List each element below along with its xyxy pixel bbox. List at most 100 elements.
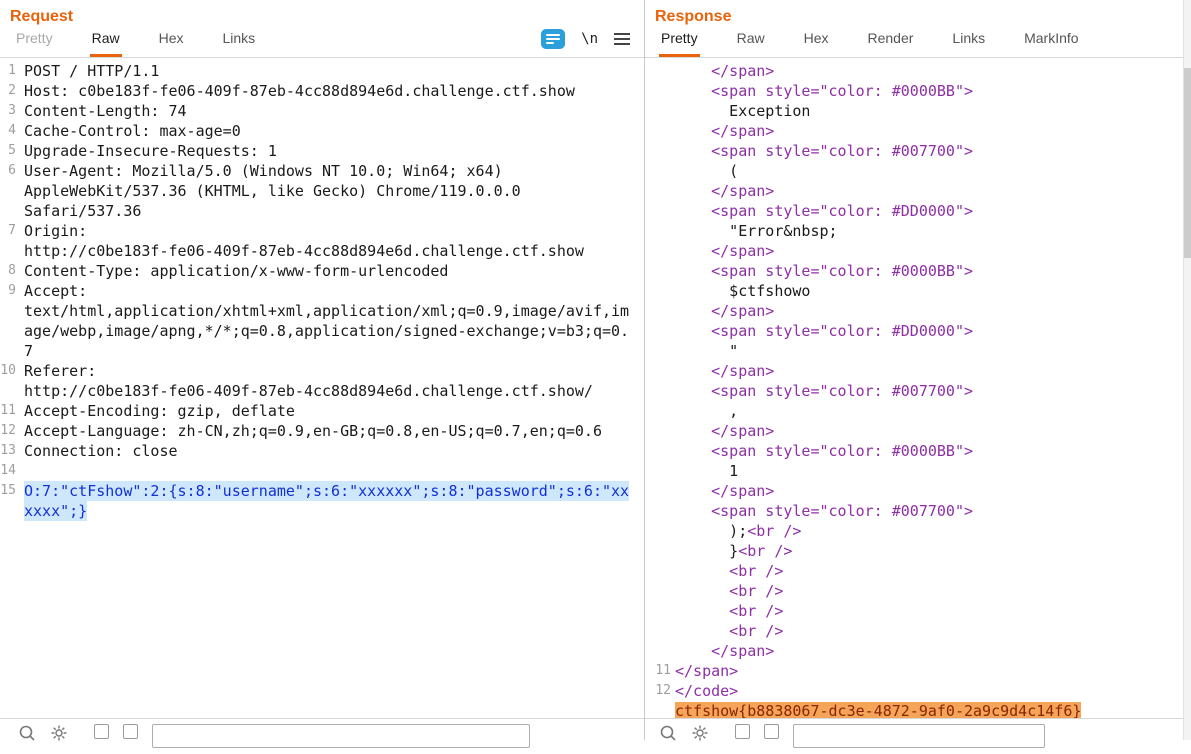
line-number [649,181,671,201]
request-toolbar: \n [541,29,630,57]
line-number [649,361,671,381]
line-number [649,301,671,321]
request-line: http://c0be183f-fe06-409f-87eb-4cc88d894… [0,241,644,261]
request-line: 10 Referer: [0,361,644,381]
tab-markinfo[interactable]: MarkInfo [1022,30,1080,57]
response-line: </span> [649,641,1191,661]
html-tag-text: <br /> [729,582,784,600]
pretty-format-icon[interactable] [541,29,566,49]
html-tag-text: <span style="color: #0000BB"> [711,442,974,460]
line-number [649,401,671,421]
html-tag-text: </span> [711,122,775,140]
code-text: ); [729,522,748,540]
request-line: 4 Cache-Control: max-age=0 [0,121,644,141]
response-line: <br /> [649,601,1191,621]
request-header-text: Accept-Encoding: gzip, deflate [24,402,295,420]
html-tag-text: <br /> [729,602,784,620]
line-number [649,461,671,481]
response-tabs-row: Pretty Raw Hex Render Links MarkInfo [645,26,1191,58]
line-number [649,601,671,621]
response-line: Exception [649,101,1191,121]
request-header-text: Host: c0be183f-fe06-409f-87eb-4cc88d894e… [24,82,575,100]
request-body-text: xxxx";} [24,501,88,521]
request-header-text: http://c0be183f-fe06-409f-87eb-4cc88d894… [24,382,593,400]
line-number [649,541,671,561]
response-line: 1 [649,461,1191,481]
html-tag-text: </span> [711,482,775,500]
response-line: $ctfshowo [649,281,1191,301]
line-number [0,241,16,261]
request-line: 14 [0,461,644,481]
search-option-checkbox[interactable] [94,724,109,739]
request-line: AppleWebKit/537.36 (KHTML, like Gecko) C… [0,181,644,201]
response-line: </span> [649,241,1191,261]
line-number [649,621,671,641]
response-line: <span style="color: #007700"> [649,141,1191,161]
response-title: Response [655,8,732,25]
line-number: 3 [8,103,16,118]
tab-pretty[interactable]: Pretty [14,30,55,57]
search-option-checkbox[interactable] [735,724,750,739]
tab-raw[interactable]: Raw [89,30,122,57]
tab-hex[interactable]: Hex [157,30,186,57]
search-option-checkbox[interactable] [123,724,138,739]
response-line: </span> [649,181,1191,201]
request-header-text: POST / HTTP/1.1 [24,62,160,80]
html-tag-text: </span> [711,242,775,260]
response-line: ctfshow{b8838067-dc3e-4872-9af0-2a9c9d4c… [649,701,1191,718]
line-number [649,521,671,541]
request-line: 1 POST / HTTP/1.1 [0,61,644,81]
line-number [649,101,671,121]
vertical-scrollbar[interactable] [1183,0,1191,740]
line-number: 13 [0,443,16,458]
search-input[interactable] [793,724,1045,748]
line-number [649,381,671,401]
line-number [649,581,671,601]
response-line: }<br /> [649,541,1191,561]
gear-icon[interactable] [50,724,68,742]
request-line: 11 Accept-Encoding: gzip, deflate [0,401,644,421]
html-tag-text: <span style="color: #007700"> [711,382,974,400]
tab-render[interactable]: Render [866,30,916,57]
gear-icon[interactable] [691,724,709,742]
line-number [0,321,16,341]
line-number: 9 [8,283,16,298]
line-number: 10 [0,363,16,378]
response-viewer[interactable]: </span> <span style="color: #0000BB"> Exce… [645,58,1191,718]
line-number [0,381,16,401]
response-line: <span style="color: #0000BB"> [649,261,1191,281]
scrollbar-thumb[interactable] [1184,68,1191,258]
request-line: 15 O:7:"ctFshow":2:{s:8:"username";s:6:"x… [0,481,644,501]
response-line: 12 </code> [649,681,1191,701]
tab-raw[interactable]: Raw [735,30,767,57]
tab-hex[interactable]: Hex [802,30,831,57]
response-line: <span style="color: #0000BB"> [649,441,1191,461]
tab-links[interactable]: Links [221,30,258,57]
html-tag-text: </code> [675,682,739,700]
line-number [649,161,671,181]
tab-pretty[interactable]: Pretty [659,30,700,57]
line-number [649,141,671,161]
line-number [649,501,671,521]
code-text: 1 [729,462,739,480]
response-line: );<br /> [649,521,1191,541]
line-number: 12 [0,423,16,438]
request-line: xxxx";} [0,501,644,521]
request-title: Request [10,8,74,25]
menu-icon[interactable] [614,31,630,47]
search-icon[interactable] [659,724,677,742]
search-icon[interactable] [18,724,36,742]
request-line: 6 User-Agent: Mozilla/5.0 (Windows NT 10.… [0,161,644,181]
request-header-text: age/webp,image/apng,*/*;q=0.8,applicatio… [24,322,630,340]
newline-toggle-icon[interactable]: \n [581,31,598,47]
response-line: " [649,341,1191,361]
request-editor[interactable]: 1 POST / HTTP/1.1 2 Host: c0be183f-fe06-409… [0,58,644,718]
code-text: $ctfshowo [729,282,811,300]
search-option-checkbox[interactable] [764,724,779,739]
line-number [649,201,671,221]
line-number: 12 [655,683,671,698]
flag-highlight: ctfshow{b8838067-dc3e-4872-9af0-2a9c9d4c… [675,702,1082,718]
tab-links[interactable]: Links [950,30,987,57]
html-tag-text: <br /> [729,562,784,580]
search-input[interactable] [152,724,530,748]
